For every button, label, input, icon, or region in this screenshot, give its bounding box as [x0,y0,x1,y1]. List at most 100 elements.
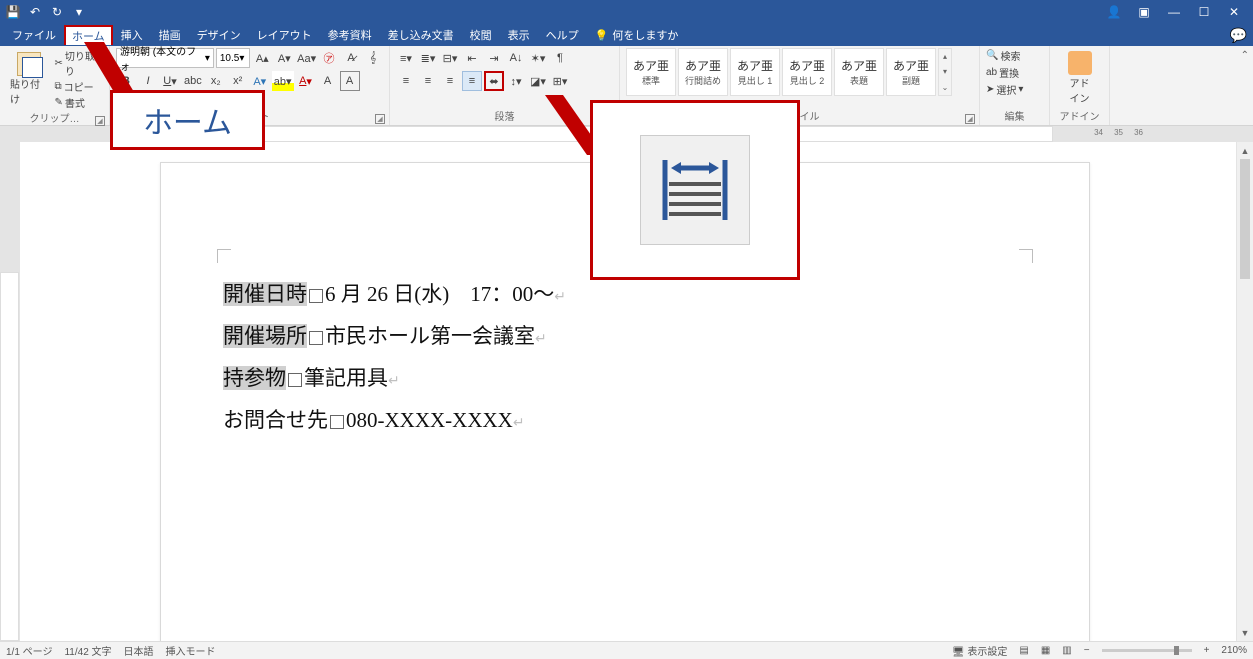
save-icon[interactable]: 💾 [4,3,22,21]
style-item[interactable]: あア亜表題 [834,48,884,96]
tab-home[interactable]: ホーム [64,25,113,45]
paste-button[interactable]: 貼り付け [6,49,53,109]
read-mode-icon[interactable]: ▤ [1019,645,1028,656]
search-icon: 🔍 [986,50,998,61]
bold-button[interactable]: B [116,71,136,91]
align-center-button[interactable]: ≡ [418,71,438,91]
cut-button[interactable]: ✂切り取り [55,48,104,78]
web-layout-icon[interactable]: ▥ [1062,645,1071,656]
copy-button[interactable]: ⧉コピー [55,79,104,94]
font-size-select[interactable]: 10.5▾ [216,48,250,68]
style-item[interactable]: あア亜見出し 2 [782,48,832,96]
sort-button[interactable]: A↓ [506,48,526,68]
underline-button[interactable]: U▾ [160,71,180,91]
maximize-icon[interactable]: ☐ [1189,0,1219,24]
shading-button[interactable]: ◪▾ [528,71,548,91]
highlight-button[interactable]: ab▾ [272,71,294,91]
bullets-button[interactable]: ≡▾ [396,48,416,68]
style-item[interactable]: あア亜見出し 1 [730,48,780,96]
qat-customize-icon[interactable]: ▾ [70,3,88,21]
tell-me[interactable]: 💡 何をしますか [587,24,687,46]
superscript-button[interactable]: x² [228,71,248,91]
display-settings[interactable]: 🖥 表示設定 [952,643,1007,658]
enclose-char-button[interactable]: 𝄞 [363,48,383,68]
line-spacing2-button[interactable]: ↕▾ [506,71,526,91]
line-spacing-button[interactable]: ✶▾ [528,48,548,68]
char-shading-button[interactable]: A [318,71,338,91]
text-line[interactable]: お問合せ先080-XXXX-XXXX↵ [223,399,566,441]
strikethrough-button[interactable]: abc [182,71,204,91]
cut-label: 切り取り [65,48,103,78]
multilevel-list-button[interactable]: ⊟▾ [440,48,460,68]
style-item[interactable]: あア亜標準 [626,48,676,96]
increase-indent-button[interactable]: ⇥ [484,48,504,68]
char-border-button[interactable]: A [340,71,360,91]
zoom-out-button[interactable]: − [1084,645,1090,656]
undo-icon[interactable]: ↶ [26,3,44,21]
numbering-button[interactable]: ≣▾ [418,48,438,68]
clear-formatting-button[interactable]: A̷ [341,48,361,68]
redo-icon[interactable]: ↻ [48,3,66,21]
language-indicator[interactable]: 日本語 [124,643,154,658]
show-marks-button[interactable]: ¶ [550,48,570,68]
callout-home-text: ホーム [143,98,232,142]
zoom-in-button[interactable]: + [1204,645,1210,656]
replace-button[interactable]: ab置換 [986,65,1043,80]
tab-mailings[interactable]: 差し込み文書 [380,24,462,46]
grow-font-button[interactable]: A▴ [252,48,272,68]
clipboard-dialog-launcher[interactable]: ◢ [95,116,105,126]
text-effects-button[interactable]: A▾ [250,71,270,91]
addins-icon [1068,51,1092,75]
tab-file[interactable]: ファイル [4,24,64,46]
close-icon[interactable]: ✕ [1219,0,1249,24]
italic-button[interactable]: I [138,71,158,91]
scroll-down-icon[interactable]: ▼ [1237,624,1253,641]
tab-view[interactable]: 表示 [500,24,538,46]
vertical-ruler[interactable] [0,142,20,641]
style-item[interactable]: あア亜行間詰め [678,48,728,96]
phonetic-guide-button[interactable]: ㋐ [319,48,339,68]
scroll-thumb[interactable] [1240,159,1250,279]
font-color-button[interactable]: A▾ [296,71,316,91]
document-content[interactable]: 開催日時6 月 26 日(水) 17：00～↵開催場所市民ホール第一会議室↵持参… [223,273,566,441]
insert-mode[interactable]: 挿入モード [166,643,216,658]
style-gallery[interactable]: あア亜標準あア亜行間詰めあア亜見出し 1あア亜見出し 2あア亜表題あア亜副題▴▾… [626,48,973,96]
subscript-button[interactable]: x₂ [206,71,226,91]
align-left-button[interactable]: ≡ [396,71,416,91]
page-indicator[interactable]: 1/1 ページ [6,643,52,658]
word-count[interactable]: 11/42 文字 [64,643,111,658]
tab-review[interactable]: 校閲 [462,24,500,46]
font-dialog-launcher[interactable]: ◢ [375,114,385,124]
vertical-scrollbar[interactable]: ▲ ▼ [1236,142,1253,641]
text-line[interactable]: 開催日時6 月 26 日(水) 17：00～↵ [223,273,566,315]
tab-layout[interactable]: レイアウト [249,24,320,46]
zoom-slider[interactable] [1102,649,1192,652]
tab-help[interactable]: ヘルプ [538,24,587,46]
addins-button[interactable]: アド イン [1056,48,1103,108]
ribbon-display-icon[interactable]: ▣ [1129,0,1159,24]
collapse-ribbon-icon[interactable]: ⌃ [1241,50,1249,61]
account-icon[interactable]: 👤 [1099,0,1129,24]
align-right-button[interactable]: ≡ [440,71,460,91]
format-painter-button[interactable]: ✎書式 [55,95,104,110]
justify-button[interactable]: ≡ [462,71,482,91]
share-icon[interactable]: 💬 [1230,27,1247,44]
select-button[interactable]: ➤選択▾ [986,82,1043,97]
distributed-button[interactable]: ⬌ [484,71,504,91]
borders-button[interactable]: ⊞▾ [550,71,570,91]
change-case-button[interactable]: Aa▾ [296,48,317,68]
scroll-up-icon[interactable]: ▲ [1237,142,1253,159]
style-item[interactable]: あア亜副題 [886,48,936,96]
font-name-select[interactable]: 游明朝 (本文のフォ▾ [116,48,214,68]
styles-more-button[interactable]: ▴▾⌄ [938,48,952,96]
styles-dialog-launcher[interactable]: ◢ [965,114,975,124]
decrease-indent-button[interactable]: ⇤ [462,48,482,68]
zoom-level[interactable]: 210% [1221,645,1247,656]
text-line[interactable]: 持参物筆記用具↵ [223,357,566,399]
minimize-icon[interactable]: — [1159,0,1189,24]
tab-references[interactable]: 参考資料 [320,24,380,46]
text-line[interactable]: 開催場所市民ホール第一会議室↵ [223,315,566,357]
shrink-font-button[interactable]: A▾ [274,48,294,68]
find-button[interactable]: 🔍検索 [986,48,1043,63]
print-layout-icon[interactable]: ▦ [1041,645,1050,656]
